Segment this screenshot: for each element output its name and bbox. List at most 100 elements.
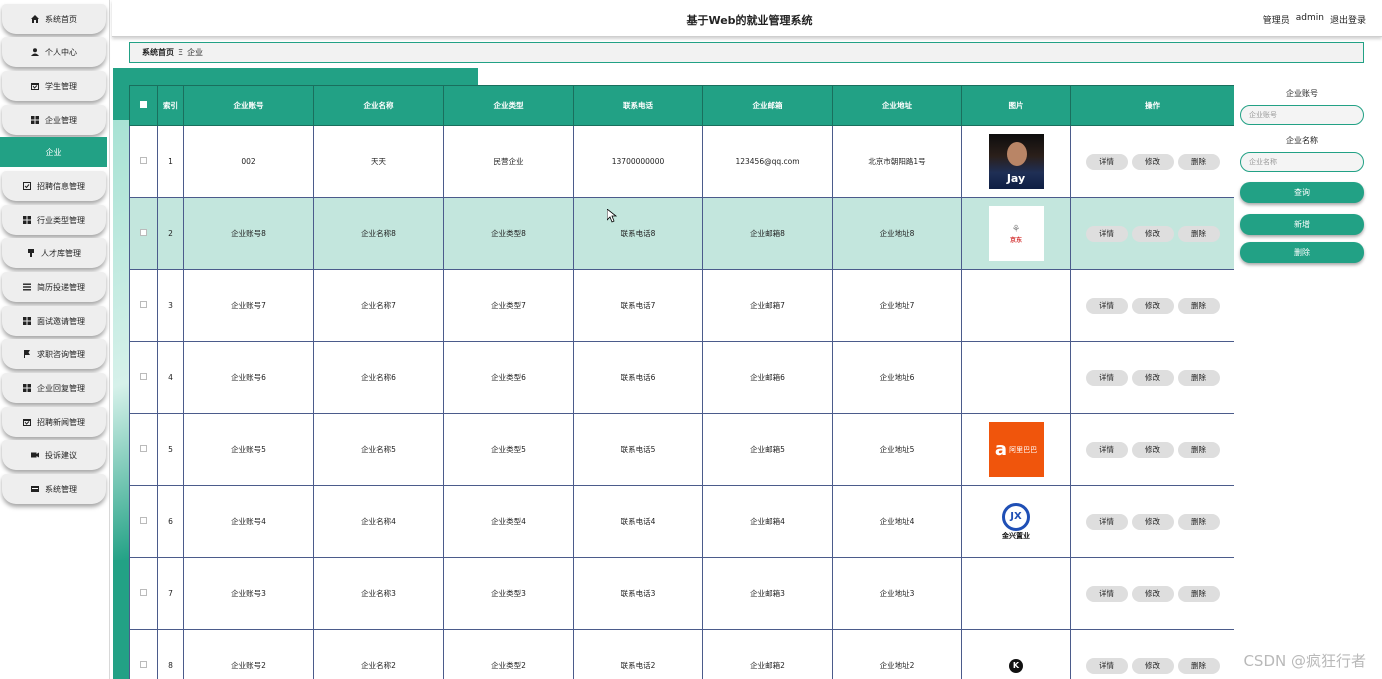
row-index: 2 — [157, 197, 184, 270]
sidebar-item-label: 招聘新闻管理 — [37, 417, 85, 427]
detail-button[interactable]: 详情 — [1085, 297, 1128, 314]
home-icon — [31, 15, 39, 23]
bulk-delete-button[interactable]: 删除 — [1240, 242, 1364, 263]
breadcrumb-home[interactable]: 系统首页 — [142, 47, 174, 58]
detail-button[interactable]: 详情 — [1085, 153, 1128, 170]
sidebar-item-3[interactable]: 企业管理 — [2, 105, 106, 135]
calendar-icon — [31, 82, 39, 90]
table-row[interactable]: 6 企业账号4 企业名称4 企业类型4 联系电话4 企业邮箱4 企业地址4 JX 金兴置业 详情修… — [129, 485, 1234, 558]
query-button[interactable]: 查询 — [1240, 182, 1364, 203]
row-index: 6 — [157, 485, 184, 558]
top-header: 基于Web的就业管理系统 管理员 admin 退出登录 — [112, 0, 1382, 37]
delete-button[interactable]: 删除 — [1177, 369, 1220, 386]
sidebar-item-9[interactable]: 面试邀请管理 — [2, 306, 106, 336]
detail-button[interactable]: 详情 — [1085, 441, 1128, 458]
edit-button[interactable]: 修改 — [1131, 585, 1174, 602]
detail-button[interactable]: 详情 — [1085, 585, 1128, 602]
row-actions: 详情 修改 删除 — [1070, 413, 1234, 486]
company-type: 企业类型5 — [443, 413, 574, 486]
company-account: 企业账号3 — [183, 557, 314, 630]
detail-button[interactable]: 详情 — [1085, 513, 1128, 530]
row-index: 7 — [157, 557, 184, 630]
company-type: 企业类型8 — [443, 197, 574, 270]
sidebar-item-10[interactable]: 求职咨询管理 — [2, 339, 106, 369]
company-image — [961, 269, 1071, 342]
sidebar-item-label: 投诉建议 — [45, 450, 77, 460]
sidebar-item-8[interactable]: 简历投递管理 — [2, 272, 106, 302]
edit-button[interactable]: 修改 — [1131, 441, 1174, 458]
detail-button[interactable]: 详情 — [1085, 657, 1128, 674]
company-email: 企业邮箱5 — [702, 413, 833, 486]
row-actions: 详情 修改 删除 — [1070, 557, 1234, 630]
company-type: 企业类型6 — [443, 341, 574, 414]
sidebar-item-14[interactable]: 系统管理 — [2, 474, 106, 504]
name-search-label: 企业名称 — [1286, 136, 1318, 145]
company-name: 企业名称4 — [313, 485, 444, 558]
watermark: CSDN @疯狂行者 — [1243, 652, 1366, 670]
row-checkbox[interactable] — [140, 157, 147, 164]
row-checkbox[interactable] — [140, 661, 147, 668]
edit-button[interactable]: 修改 — [1131, 513, 1174, 530]
edit-button[interactable]: 修改 — [1131, 225, 1174, 242]
app-title: 基于Web的就业管理系统 — [686, 14, 813, 27]
company-address: 企业地址4 — [832, 485, 962, 558]
detail-button[interactable]: 详情 — [1085, 225, 1128, 242]
sidebar-item-0[interactable]: 系统首页 — [2, 4, 106, 34]
company-account: 企业账号7 — [183, 269, 314, 342]
name-search-input[interactable]: 企业名称 — [1240, 152, 1364, 172]
company-phone: 联系电话7 — [573, 269, 703, 342]
row-checkbox[interactable] — [140, 373, 147, 380]
sidebar-item-5[interactable]: 招聘信息管理 — [2, 171, 106, 201]
account-search-input[interactable]: 企业账号 — [1240, 105, 1364, 125]
company-phone: 联系电话2 — [573, 629, 703, 679]
table-row[interactable]: 1 002 天天 民营企业 13700000000 123456@qq.com 北京市朝阳路… — [129, 125, 1234, 198]
table-header-row: 索引 企业账号 企业名称 企业类型 联系电话 企业邮箱 企业地址 图片 操作 — [129, 85, 1234, 126]
row-checkbox[interactable] — [140, 229, 147, 236]
sidebar-item-1[interactable]: 个人中心 — [2, 37, 106, 67]
sidebar-item-13[interactable]: 投诉建议 — [2, 440, 106, 470]
delete-button[interactable]: 删除 — [1177, 297, 1220, 314]
user-area: 管理员 admin 退出登录 — [1263, 13, 1366, 26]
grid-icon — [23, 216, 31, 224]
column-header-email: 企业邮箱 — [702, 85, 833, 126]
detail-button[interactable]: 详情 — [1085, 369, 1128, 386]
sidebar-item-4[interactable]: 企业 — [0, 137, 107, 167]
sidebar: 系统首页 个人中心学生管理企业管理企业招聘信息管理 行业类型管理 人才库管理简历投递管… — [0, 0, 110, 679]
table-row[interactable]: 8 企业账号2 企业名称2 企业类型2 联系电话2 企业邮箱2 企业地址2 K 详情 修改 删除 — [129, 629, 1234, 679]
sidebar-item-6[interactable]: 行业类型管理 — [2, 205, 106, 235]
add-button[interactable]: 新增 — [1240, 214, 1364, 235]
delete-button[interactable]: 删除 — [1177, 513, 1220, 530]
delete-button[interactable]: 删除 — [1177, 585, 1220, 602]
select-all-checkbox[interactable] — [140, 101, 147, 108]
row-checkbox[interactable] — [140, 445, 147, 452]
row-checkbox[interactable] — [140, 301, 147, 308]
sidebar-item-label: 企业管理 — [45, 115, 77, 125]
company-address: 企业地址5 — [832, 413, 962, 486]
delete-button[interactable]: 删除 — [1177, 441, 1220, 458]
row-checkbox[interactable] — [140, 589, 147, 596]
edit-button[interactable]: 修改 — [1131, 297, 1174, 314]
sidebar-item-11[interactable]: 企业回复管理 — [2, 373, 106, 403]
table-row[interactable]: 7 企业账号3 企业名称3 企业类型3 联系电话3 企业邮箱3 企业地址3 详情 修改 删除 — [129, 557, 1234, 630]
company-address: 企业地址3 — [832, 557, 962, 630]
logout-link[interactable]: 退出登录 — [1330, 13, 1366, 26]
edit-button[interactable]: 修改 — [1131, 153, 1174, 170]
edit-button[interactable]: 修改 — [1131, 657, 1174, 674]
row-checkbox[interactable] — [140, 517, 147, 524]
sidebar-item-label: 面试邀请管理 — [37, 316, 85, 326]
table-row[interactable]: 5 企业账号5 企业名称5 企业类型5 联系电话5 企业邮箱5 企业地址5 a 阿里巴巴 详情 修改… — [129, 413, 1234, 486]
sidebar-item-12[interactable]: 招聘新闻管理 — [2, 407, 106, 437]
table-row[interactable]: 2 企业账号8 企业名称8 企业类型8 联系电话8 企业邮箱8 企业地址8 ⚘ 京东 详情 修改 删除 — [129, 197, 1234, 270]
table-row[interactable]: 3 企业账号7 企业名称7 企业类型7 联系电话7 企业邮箱7 企业地址7 详情 修改 删除 — [129, 269, 1234, 342]
delete-button[interactable]: 删除 — [1177, 153, 1220, 170]
sidebar-item-2[interactable]: 学生管理 — [2, 71, 106, 101]
sidebar-item-7[interactable]: 人才库管理 — [2, 238, 106, 268]
company-image: K — [961, 629, 1071, 679]
edit-button[interactable]: 修改 — [1131, 369, 1174, 386]
row-select-cell — [129, 629, 158, 679]
breadcrumb: 系统首页 Ξ 企业 — [129, 42, 1364, 63]
delete-button[interactable]: 删除 — [1177, 225, 1220, 242]
delete-button[interactable]: 删除 — [1177, 657, 1220, 674]
table-row[interactable]: 4 企业账号6 企业名称6 企业类型6 联系电话6 企业邮箱6 企业地址6 详情 修改 删除 — [129, 341, 1234, 414]
row-actions: 详情 修改 删除 — [1070, 629, 1234, 679]
